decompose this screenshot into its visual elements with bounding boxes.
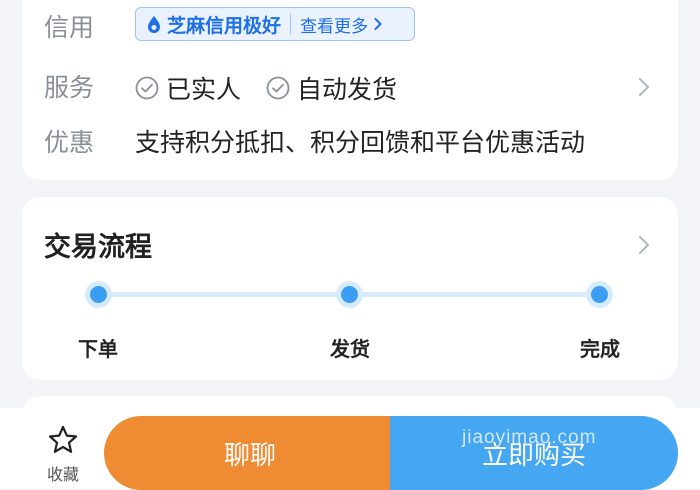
service-item-auto-delivery: 自动发货 (266, 70, 397, 106)
view-more-link[interactable]: 查看更多 (300, 12, 368, 37)
check-circle-icon (266, 76, 290, 100)
step-dot (85, 281, 112, 308)
transaction-flow-card[interactable]: 交易流程 下单 发货 完成 (22, 197, 678, 380)
chat-button-label: 聊聊 (223, 440, 276, 471)
chevron-right-icon[interactable] (638, 77, 650, 97)
check-circle-icon (135, 76, 159, 100)
service-label: 服务 (44, 73, 95, 102)
service-item-verified: 已实人 (135, 70, 241, 106)
divider (290, 13, 292, 35)
section-title: 交易流程 (44, 232, 152, 263)
chevron-right-icon[interactable] (638, 235, 650, 255)
step-dot (586, 281, 613, 308)
step-label: 下单 (78, 337, 118, 361)
seller-info-card: 信用 芝麻信用极好 查看更多 服务 已实人 自动发货 优惠 支持积分抵扣、积分回… (22, 0, 678, 180)
discount-text: 支持积分抵扣、积分回馈和平台优惠活动 (135, 128, 586, 157)
credit-rating: 芝麻信用极好 (167, 14, 282, 37)
step-label: 完成 (580, 337, 620, 361)
favorite-label: 收藏 (46, 465, 79, 484)
star-icon (48, 425, 78, 453)
service-text: 已实人 (166, 75, 242, 104)
flame-icon (148, 16, 160, 33)
step-label: 发货 (330, 337, 370, 361)
watermark: jiaoyimao.com (462, 427, 597, 448)
favorite-button[interactable]: 收藏 (35, 424, 91, 485)
step-dot (336, 281, 363, 308)
chevron-right-icon (374, 18, 382, 30)
discount-label: 优惠 (44, 128, 95, 157)
credit-label: 信用 (44, 13, 95, 42)
credit-badge[interactable]: 芝麻信用极好 查看更多 (135, 7, 415, 41)
service-text: 自动发货 (297, 75, 398, 104)
chat-button[interactable]: 聊聊 (104, 416, 396, 490)
